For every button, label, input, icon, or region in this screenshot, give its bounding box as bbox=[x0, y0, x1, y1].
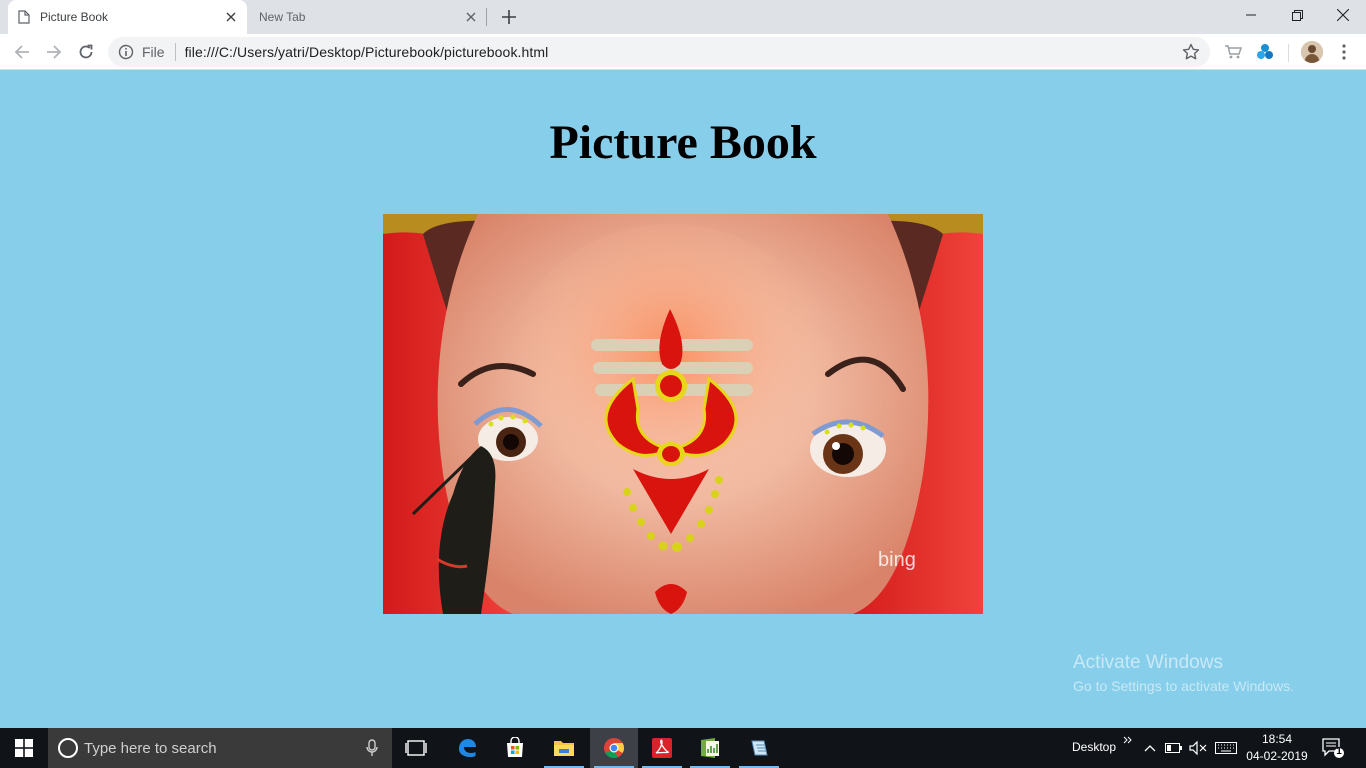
project-app[interactable] bbox=[686, 728, 734, 768]
notepad-app[interactable] bbox=[735, 728, 783, 768]
close-icon bbox=[1337, 9, 1349, 21]
folder-icon bbox=[554, 741, 574, 756]
battery-icon[interactable] bbox=[1164, 738, 1184, 758]
arrow-right-icon bbox=[47, 45, 62, 59]
start-button[interactable] bbox=[0, 728, 48, 768]
taskbar-search[interactable]: Type here to search bbox=[48, 728, 392, 768]
action-center-button[interactable]: 1 bbox=[1322, 738, 1344, 763]
file-explorer-app[interactable] bbox=[540, 728, 588, 768]
chevron-right-icon[interactable] bbox=[1120, 730, 1134, 750]
cart-extension-icon[interactable] bbox=[1223, 42, 1243, 62]
notepad-icon bbox=[751, 740, 768, 756]
acrobat-app[interactable] bbox=[638, 728, 686, 768]
browser-toolbar: File file:///C:/Users/yatri/Desktop/Pict… bbox=[0, 34, 1366, 70]
reload-icon bbox=[79, 44, 93, 59]
notification-count: 1 bbox=[1336, 746, 1342, 757]
tab-title: Picture Book bbox=[40, 10, 109, 24]
chrome-icon bbox=[604, 738, 625, 759]
activate-windows-notice: Activate Windows Go to Settings to activ… bbox=[1073, 652, 1294, 696]
tab-title: New Tab bbox=[259, 10, 306, 24]
tab-new-tab[interactable]: New Tab bbox=[247, 0, 487, 34]
address-bar[interactable]: File file:///C:/Users/yatri/Desktop/Pict… bbox=[108, 37, 1210, 67]
windows-icon bbox=[15, 739, 33, 757]
scheme-label: File bbox=[142, 44, 165, 60]
avatar[interactable] bbox=[1301, 41, 1323, 63]
toolbar-divider bbox=[1288, 44, 1289, 62]
menu-icon[interactable] bbox=[1334, 42, 1354, 62]
new-tab-button[interactable] bbox=[498, 6, 520, 28]
tab-strip: Picture Book New Tab bbox=[0, 0, 1366, 34]
close-window-button[interactable] bbox=[1320, 0, 1366, 30]
chrome-app[interactable] bbox=[590, 728, 638, 768]
minimize-icon bbox=[1246, 14, 1256, 16]
taskbar: Type here to search Desktop 18:54 04-02-… bbox=[0, 728, 1366, 768]
page-title: Picture Book bbox=[549, 116, 817, 169]
task-view-icon bbox=[405, 740, 427, 756]
clock-date: 04-02-2019 bbox=[1246, 749, 1308, 763]
cluster-extension-icon[interactable] bbox=[1255, 42, 1275, 62]
microphone-icon[interactable] bbox=[366, 739, 378, 757]
cortana-icon bbox=[58, 738, 78, 758]
close-icon[interactable] bbox=[221, 7, 241, 27]
store-icon bbox=[507, 737, 523, 757]
edge-app[interactable] bbox=[443, 728, 491, 768]
omnibox-divider bbox=[174, 43, 176, 61]
forward-button[interactable] bbox=[40, 38, 68, 66]
chart-document-icon bbox=[701, 738, 719, 758]
minimize-button[interactable] bbox=[1228, 0, 1274, 30]
page-icon bbox=[18, 10, 30, 24]
star-icon[interactable] bbox=[1182, 43, 1200, 61]
chevron-up-icon[interactable] bbox=[1140, 738, 1160, 758]
url-text[interactable]: file:///C:/Users/yatri/Desktop/Picturebo… bbox=[185, 44, 1182, 60]
plus-icon bbox=[502, 10, 516, 24]
store-app[interactable] bbox=[491, 728, 539, 768]
close-icon[interactable] bbox=[461, 7, 481, 27]
reload-button[interactable] bbox=[72, 38, 100, 66]
clock[interactable]: 18:54 04-02-2019 bbox=[1240, 731, 1314, 765]
desktop-toolbar-label[interactable]: Desktop bbox=[1072, 740, 1116, 754]
activate-title: Activate Windows bbox=[1073, 652, 1223, 673]
activate-subtitle: Go to Settings to activate Windows. bbox=[1073, 678, 1294, 694]
bing-watermark: bing bbox=[878, 549, 916, 571]
restore-icon bbox=[1291, 9, 1303, 21]
search-placeholder: Type here to search bbox=[84, 739, 217, 757]
pdf-icon bbox=[652, 738, 672, 758]
edge-icon bbox=[459, 739, 476, 757]
page-content: Picture Book bing Activate Windows Go to… bbox=[0, 71, 1366, 728]
tab-picture-book[interactable]: Picture Book bbox=[8, 0, 247, 34]
volume-muted-icon[interactable] bbox=[1188, 738, 1208, 758]
info-icon[interactable] bbox=[118, 44, 134, 60]
keyboard-icon[interactable] bbox=[1214, 738, 1238, 758]
ganesha-picture: bing bbox=[383, 214, 983, 614]
arrow-left-icon bbox=[14, 45, 29, 59]
task-view-button[interactable] bbox=[392, 728, 440, 768]
back-button[interactable] bbox=[8, 38, 36, 66]
clock-time: 18:54 bbox=[1261, 732, 1293, 746]
restore-button[interactable] bbox=[1274, 0, 1320, 30]
tab-separator bbox=[486, 8, 487, 26]
